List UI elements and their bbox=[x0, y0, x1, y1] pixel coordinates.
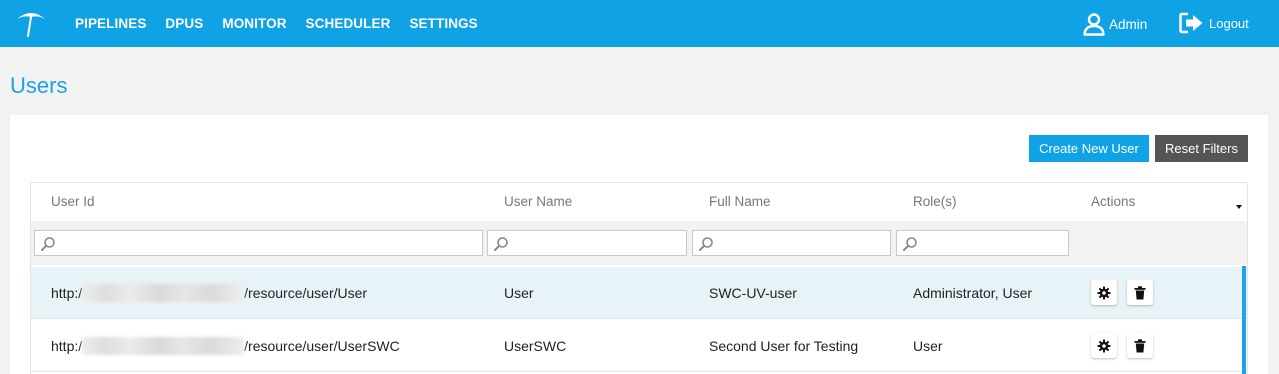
user-id-filter-input[interactable] bbox=[34, 230, 483, 256]
table-row[interactable]: http:/ /resource/user/User User SWC-UV-us… bbox=[31, 267, 1247, 319]
edit-user-button[interactable] bbox=[1091, 280, 1117, 305]
table-row[interactable]: http:/ /resource/user/UserSWC UserSWC Sec… bbox=[31, 320, 1247, 372]
redacted-host bbox=[82, 336, 245, 355]
column-header-roles[interactable]: Role(s) bbox=[913, 183, 957, 221]
gear-icon bbox=[1097, 286, 1111, 299]
full-name-cell: Second User for Testing bbox=[709, 338, 859, 354]
admin-label: Admin bbox=[1109, 16, 1148, 32]
user-id-prefix: http:/ bbox=[51, 285, 83, 301]
top-navigation-bar: PIPELINES DPUS MONITOR SCHEDULER SETTING… bbox=[0, 0, 1279, 47]
user-id-cell: http:/ /resource/user/User bbox=[51, 267, 367, 319]
search-icon bbox=[494, 237, 508, 251]
column-header-user-name[interactable]: User Name bbox=[504, 183, 572, 221]
user-name-cell: UserSWC bbox=[504, 338, 567, 354]
trash-icon bbox=[1134, 338, 1146, 352]
column-header-actions: Actions bbox=[1091, 194, 1136, 209]
user-icon bbox=[1083, 13, 1105, 36]
roles-cell: Administrator, User bbox=[913, 285, 1033, 301]
nav-item-scheduler[interactable]: SCHEDULER bbox=[306, 16, 391, 31]
reset-filters-button[interactable]: Reset Filters bbox=[1155, 135, 1248, 162]
trash-icon bbox=[1134, 285, 1146, 299]
user-id-suffix: /resource/user/UserSWC bbox=[244, 338, 400, 354]
delete-user-button[interactable] bbox=[1127, 333, 1153, 358]
main-nav: PIPELINES DPUS MONITOR SCHEDULER SETTING… bbox=[75, 0, 497, 47]
table-scrollbar[interactable] bbox=[1242, 266, 1246, 374]
delete-user-button[interactable] bbox=[1127, 280, 1153, 305]
column-header-full-name[interactable]: Full Name bbox=[709, 183, 771, 221]
nav-item-settings[interactable]: SETTINGS bbox=[409, 16, 477, 31]
create-new-user-button[interactable]: Create New User bbox=[1029, 135, 1149, 162]
full-name-filter-input[interactable] bbox=[692, 230, 891, 256]
search-icon bbox=[699, 237, 713, 251]
user-id-suffix: /resource/user/User bbox=[244, 285, 368, 301]
logout-icon bbox=[1179, 12, 1203, 34]
roles-filter-input[interactable] bbox=[896, 230, 1069, 256]
users-table: User Id User Name Full Name Role(s) Acti… bbox=[30, 182, 1248, 374]
gear-icon bbox=[1097, 339, 1111, 352]
filter-row bbox=[31, 221, 1247, 265]
roles-cell: User bbox=[913, 338, 943, 354]
search-icon bbox=[41, 237, 55, 251]
nav-item-pipelines[interactable]: PIPELINES bbox=[75, 16, 146, 31]
full-name-cell: SWC-UV-user bbox=[709, 285, 797, 301]
logout-button[interactable]: Logout bbox=[1179, 12, 1249, 34]
umbrella-logo-icon[interactable] bbox=[14, 9, 48, 39]
nav-item-dpus[interactable]: DPUS bbox=[165, 16, 203, 31]
edit-user-button[interactable] bbox=[1091, 333, 1117, 358]
page-title: Users bbox=[10, 73, 68, 98]
admin-user-menu[interactable]: Admin bbox=[1082, 12, 1147, 36]
column-header-user-id[interactable]: User Id bbox=[51, 183, 95, 221]
caret-down-icon[interactable] bbox=[1236, 205, 1242, 209]
user-name-filter-input[interactable] bbox=[487, 230, 687, 256]
redacted-host bbox=[82, 283, 245, 302]
user-name-cell: User bbox=[504, 285, 534, 301]
user-id-cell: http:/ /resource/user/UserSWC bbox=[51, 320, 400, 372]
nav-item-monitor[interactable]: MONITOR bbox=[222, 16, 286, 31]
search-icon bbox=[903, 237, 917, 251]
logout-label: Logout bbox=[1209, 15, 1249, 31]
user-id-prefix: http:/ bbox=[51, 338, 83, 354]
